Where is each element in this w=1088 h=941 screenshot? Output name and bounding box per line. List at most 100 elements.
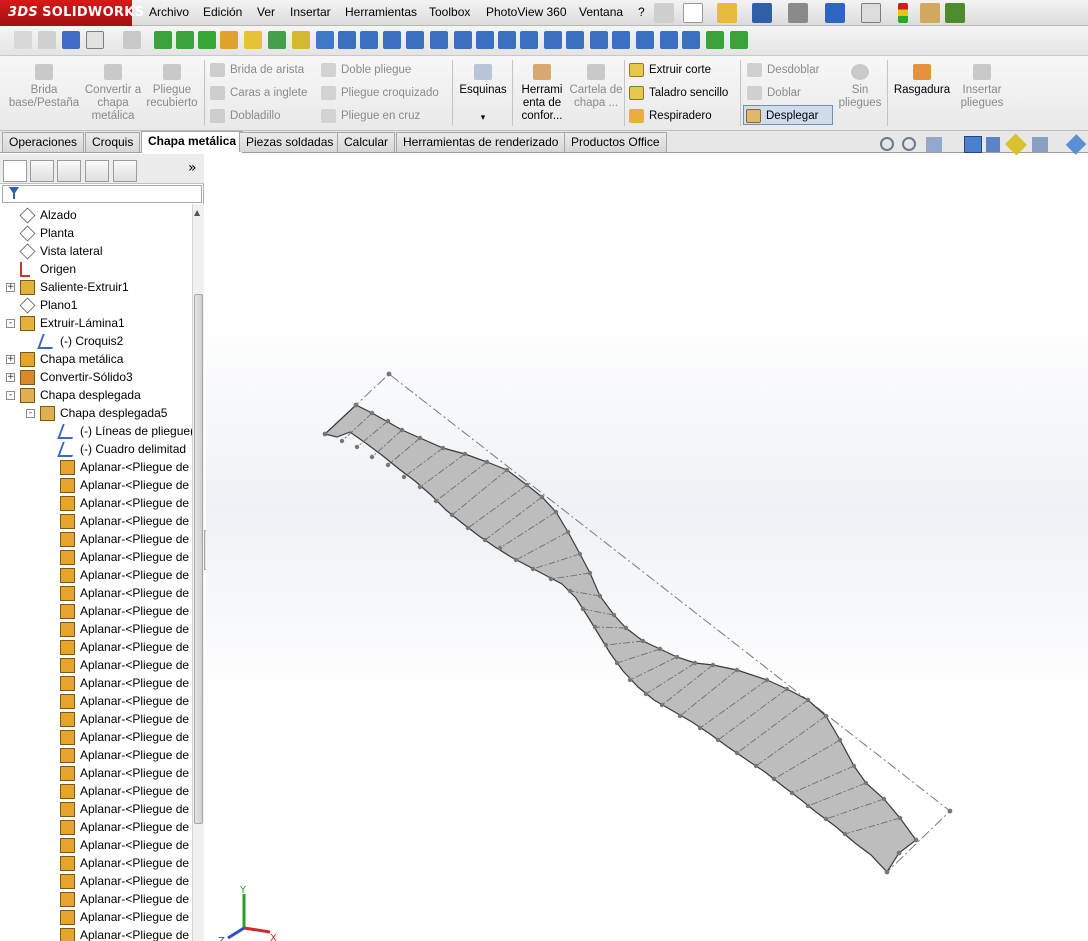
- rasgadura-button[interactable]: Rasgadura: [890, 56, 954, 131]
- collapse-icon[interactable]: -: [6, 391, 15, 400]
- convertir-chapa-button[interactable]: Convertir a chapa metálica: [84, 56, 142, 131]
- filter-sketch-points-icon[interactable]: [316, 31, 334, 49]
- hide-show-items-icon[interactable]: [1032, 137, 1048, 152]
- dimxpert-tab-icon[interactable]: [85, 160, 109, 182]
- menu-edicion[interactable]: Edición: [197, 0, 248, 26]
- rebuild-icon[interactable]: [898, 3, 908, 23]
- expand-icon[interactable]: +: [6, 283, 15, 292]
- brida-arista-button[interactable]: Brida de arista: [208, 60, 304, 80]
- display-manager-tab-icon[interactable]: [113, 160, 137, 182]
- menu-toolbox[interactable]: Toolbox: [423, 0, 476, 26]
- filter-connection-points-icon[interactable]: [660, 31, 678, 49]
- zoom-area-icon[interactable]: [902, 137, 916, 151]
- pin-icon[interactable]: [654, 3, 674, 23]
- filter-midpoints-icon[interactable]: [360, 31, 378, 49]
- menu-herramientas[interactable]: Herramientas: [339, 0, 423, 26]
- brida-base-button[interactable]: Brida base/Pestaña: [4, 56, 84, 131]
- print-icon[interactable]: [788, 3, 808, 23]
- filter-axes-icon[interactable]: [268, 31, 286, 49]
- tree-scrollbar[interactable]: ▲: [192, 204, 204, 941]
- filter-mesh-fins-icon[interactable]: [730, 31, 748, 49]
- desdoblar-button[interactable]: Desdoblar: [745, 60, 819, 80]
- filter-vertices-icon[interactable]: [154, 31, 172, 49]
- solidworks-logo[interactable]: 3DS SOLIDWORKS: [0, 0, 144, 26]
- collapse-icon[interactable]: -: [26, 409, 35, 418]
- tab-herramientas-renderizado[interactable]: Herramientas de renderizado: [396, 132, 566, 152]
- menu-photoview[interactable]: PhotoView 360: [480, 0, 573, 26]
- filter-cosmetic-thread-icon[interactable]: [590, 31, 608, 49]
- insertar-pliegues-button[interactable]: Insertar pliegues: [954, 56, 1010, 131]
- filter-icon[interactable]: [14, 31, 32, 49]
- tab-croquis[interactable]: Croquis: [85, 132, 141, 152]
- dobladillo-button[interactable]: Dobladillo: [208, 106, 281, 126]
- flat-pattern-part[interactable]: [323, 404, 917, 873]
- magic-select-icon[interactable]: [123, 31, 141, 49]
- filter-dimensions-icon[interactable]: [430, 31, 448, 49]
- filter-planes-icon[interactable]: [292, 31, 310, 49]
- filter-routing-points-icon[interactable]: [682, 31, 700, 49]
- filter-faces2-icon[interactable]: [198, 31, 216, 49]
- tab-operaciones[interactable]: Operaciones: [2, 132, 85, 152]
- extruir-corte-button[interactable]: Extruir corte: [627, 60, 711, 80]
- expand-icon[interactable]: +: [6, 373, 15, 382]
- caras-inglete-button[interactable]: Caras a inglete: [208, 83, 307, 103]
- graphics-viewport[interactable]: Y X Z: [206, 154, 1088, 941]
- zoom-to-fit-icon[interactable]: [880, 137, 894, 151]
- filter-surface-icon[interactable]: [220, 31, 238, 49]
- view-orientation-icon[interactable]: [986, 137, 1000, 152]
- save-icon[interactable]: [752, 3, 772, 23]
- property-manager-tab-icon[interactable]: [30, 160, 54, 182]
- new-document-icon[interactable]: [683, 3, 703, 23]
- display-style-icon[interactable]: [1005, 133, 1027, 156]
- open-folder-icon[interactable]: [717, 3, 737, 23]
- pliegue-recubierto-button[interactable]: Pliegue recubierto: [142, 56, 202, 131]
- options-icon[interactable]: [945, 3, 965, 23]
- filter-mesh-facets-icon[interactable]: [706, 31, 724, 49]
- tab-productos-office[interactable]: Productos Office: [564, 132, 667, 152]
- filter-weld-icon[interactable]: [544, 31, 562, 49]
- desplegar-button[interactable]: Desplegar: [743, 105, 833, 125]
- edit-appearance-icon[interactable]: [1065, 134, 1087, 155]
- select-arrow-icon[interactable]: [86, 31, 104, 49]
- pliegue-croquizado-button[interactable]: Pliegue croquizado: [319, 83, 439, 103]
- scroll-up-icon[interactable]: ▲: [194, 208, 200, 217]
- previous-view-icon[interactable]: [926, 137, 942, 152]
- filter-datum-feature-icon[interactable]: [520, 31, 538, 49]
- panel-more-icon[interactable]: »: [188, 160, 197, 176]
- filter-centers-icon[interactable]: [383, 31, 401, 49]
- configuration-manager-tab-icon[interactable]: [57, 160, 81, 182]
- cartela-button[interactable]: Cartela de chapa ...: [569, 56, 623, 131]
- taladro-sencillo-button[interactable]: Taladro sencillo: [627, 83, 728, 103]
- filter-dowel-icon[interactable]: [636, 31, 654, 49]
- filter-center-marks-icon[interactable]: [406, 31, 424, 49]
- filter-faces-icon[interactable]: [38, 31, 56, 49]
- select-cursor-icon[interactable]: [861, 3, 881, 23]
- scrollbar-thumb[interactable]: [194, 294, 203, 824]
- section-view-icon[interactable]: [964, 136, 982, 153]
- filter-blocks-icon[interactable]: [612, 31, 630, 49]
- tab-chapa-metalica[interactable]: Chapa metálica: [141, 131, 244, 153]
- filter-sketch-segments-icon[interactable]: [338, 31, 356, 49]
- file-properties-icon[interactable]: [920, 3, 940, 23]
- menu-ver[interactable]: Ver: [251, 0, 281, 26]
- herramienta-conformar-button[interactable]: Herrami enta de confor...: [515, 56, 569, 131]
- filter-geom-tolerance-icon[interactable]: [476, 31, 494, 49]
- filter-solid-icon[interactable]: [244, 31, 262, 49]
- menu-insertar[interactable]: Insertar: [284, 0, 337, 26]
- filter-notes-icon[interactable]: [498, 31, 516, 49]
- doble-pliegue-button[interactable]: Doble pliegue: [319, 60, 411, 80]
- feature-manager-tab-icon[interactable]: [3, 160, 27, 182]
- tab-calcular[interactable]: Calcular: [337, 132, 396, 152]
- tree-filter-input[interactable]: [2, 185, 202, 203]
- menu-ventana[interactable]: Ventana: [573, 0, 629, 26]
- esquinas-button[interactable]: Esquinas ▾: [455, 56, 511, 131]
- sin-pliegues-button[interactable]: Sin pliegues: [836, 56, 884, 131]
- filter-edges-icon[interactable]: [176, 31, 194, 49]
- menu-help[interactable]: ?: [632, 0, 651, 26]
- pliegue-cruz-button[interactable]: Pliegue en cruz: [319, 106, 420, 126]
- menu-archivo[interactable]: Archivo: [143, 0, 195, 26]
- doblar-button[interactable]: Doblar: [745, 83, 801, 103]
- undo-icon[interactable]: [825, 3, 845, 23]
- filter-datum-target-icon[interactable]: [566, 31, 584, 49]
- tab-piezas-soldadas[interactable]: Piezas soldadas: [239, 132, 341, 152]
